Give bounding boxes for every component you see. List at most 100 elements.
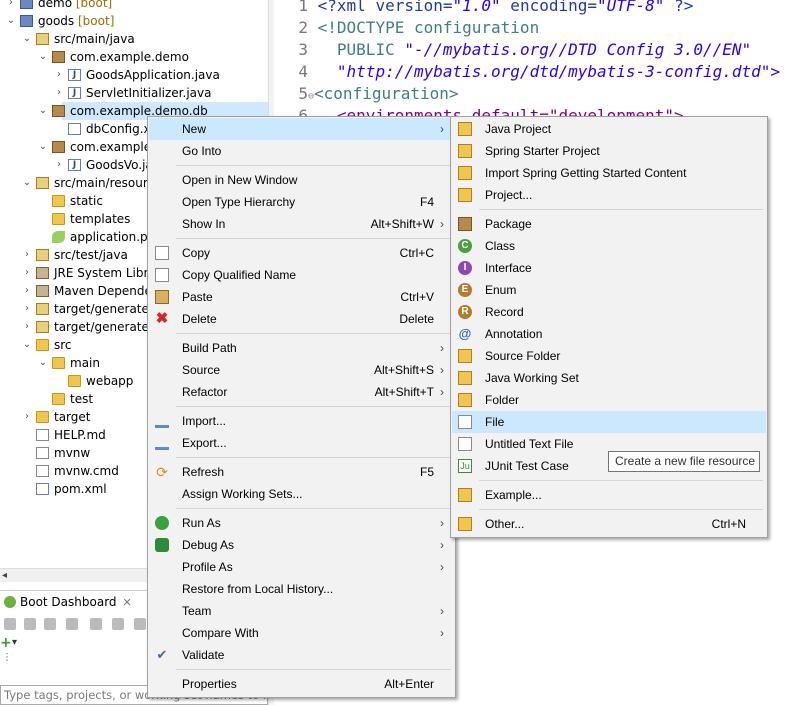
menu-item-label: Open in New Window bbox=[182, 173, 298, 187]
menu-item[interactable]: Project... bbox=[452, 184, 766, 206]
menu-item[interactable]: File bbox=[452, 411, 766, 433]
menu-item[interactable]: Export... bbox=[149, 432, 454, 454]
link-icon[interactable] bbox=[112, 618, 124, 630]
chevron-right-icon[interactable]: › bbox=[54, 156, 64, 174]
menu-item[interactable]: Open Type Hierarchy F4 bbox=[149, 191, 454, 213]
menu-item[interactable]: Spring Starter Project bbox=[452, 140, 766, 162]
tree-item-name: src/main/java bbox=[54, 32, 135, 46]
other-icon bbox=[458, 517, 472, 531]
tree-item[interactable]: ⌄ com.example.demo bbox=[0, 48, 268, 66]
menu-item[interactable]: Build Path › bbox=[149, 337, 454, 359]
menu-item[interactable]: Copy Qualified Name bbox=[149, 264, 454, 286]
menu-item[interactable]: R Record bbox=[452, 301, 766, 323]
menu-item[interactable]: Go Into bbox=[149, 140, 454, 162]
code-token: <?xml version= bbox=[317, 0, 453, 15]
stop-icon[interactable] bbox=[44, 618, 56, 630]
menu-item[interactable]: Package bbox=[452, 213, 766, 235]
chevron-down-icon[interactable]: ⌄ bbox=[38, 48, 48, 66]
chevron-down-icon[interactable]: ⌄ bbox=[38, 354, 48, 372]
boot-dashboard-tab[interactable]: Boot Dashboard ✕ bbox=[0, 591, 136, 613]
menu-item[interactable]: Folder bbox=[452, 389, 766, 411]
menu-item[interactable]: Compare With › bbox=[149, 622, 454, 644]
console-icon[interactable] bbox=[90, 618, 102, 630]
menu-item[interactable]: Import... bbox=[149, 410, 454, 432]
menu-item[interactable]: Restore from Local History... bbox=[149, 578, 454, 600]
menu-item[interactable]: I Interface bbox=[452, 257, 766, 279]
menu-item[interactable]: @ Annotation bbox=[452, 323, 766, 345]
menu-item[interactable]: Java Project bbox=[452, 118, 766, 140]
menu-item[interactable]: ✔ Validate bbox=[149, 644, 454, 666]
menu-separator bbox=[479, 480, 763, 481]
menu-item[interactable]: E Enum bbox=[452, 279, 766, 301]
menu-item-label: Run As bbox=[182, 516, 221, 530]
more-icon[interactable]: ⋮ bbox=[2, 653, 12, 663]
library-icon bbox=[36, 285, 49, 297]
menu-item[interactable]: Profile As › bbox=[149, 556, 454, 578]
menu-item[interactable]: Debug As › bbox=[149, 534, 454, 556]
scroll-left-icon[interactable]: ◂ bbox=[2, 569, 7, 582]
menu-item[interactable]: Open in New Window bbox=[149, 169, 454, 191]
menu-item[interactable]: Paste Ctrl+V bbox=[149, 286, 454, 308]
code-token: "1.0" bbox=[452, 0, 501, 15]
chevron-right-icon: › bbox=[440, 626, 444, 640]
menu-item[interactable]: Show In Alt+Shift+W › bbox=[149, 213, 454, 235]
source-folder-icon bbox=[36, 177, 49, 189]
edit-icon[interactable] bbox=[134, 618, 146, 630]
menu-item[interactable]: Team › bbox=[149, 600, 454, 622]
open-browser-icon[interactable] bbox=[66, 618, 78, 630]
tree-item[interactable]: ⌄ src/main/java bbox=[0, 30, 268, 48]
menu-item[interactable]: ⟳ Refresh F5 bbox=[149, 461, 454, 483]
code-token: <!DOCTYPE configuration bbox=[317, 18, 540, 37]
chevron-right-icon[interactable]: › bbox=[22, 318, 32, 336]
menu-item-label: Package bbox=[485, 217, 532, 231]
tree-item[interactable]: › J ServletInitializer.java bbox=[0, 84, 268, 102]
chevron-down-icon[interactable]: ⌄ bbox=[22, 174, 32, 192]
chevron-down-icon[interactable]: ⌄ bbox=[38, 102, 48, 120]
tree-item-label: main bbox=[70, 354, 100, 372]
chevron-right-icon[interactable]: › bbox=[22, 282, 32, 300]
menu-item-label: Copy Qualified Name bbox=[182, 268, 297, 282]
source-folder-icon bbox=[36, 249, 49, 261]
menu-item[interactable]: Other... Ctrl+N bbox=[452, 513, 766, 535]
debug-icon[interactable] bbox=[24, 618, 36, 630]
menu-item[interactable]: Assign Working Sets... bbox=[149, 483, 454, 505]
delete-icon: ✖ bbox=[155, 310, 169, 327]
add-icon[interactable]: + bbox=[0, 635, 12, 651]
tree-item-label: com.example.demo bbox=[70, 48, 189, 66]
chevron-right-icon[interactable]: › bbox=[22, 300, 32, 318]
chevron-right-icon[interactable]: › bbox=[22, 408, 32, 426]
menu-item[interactable]: Java Working Set bbox=[452, 367, 766, 389]
start-icon[interactable] bbox=[4, 618, 16, 630]
chevron-right-icon[interactable]: › bbox=[6, 0, 16, 12]
menu-item[interactable]: Import Spring Getting Started Content bbox=[452, 162, 766, 184]
chevron-right-icon[interactable]: › bbox=[54, 66, 64, 84]
menu-item-label: Interface bbox=[485, 261, 532, 275]
menu-item[interactable]: C Class bbox=[452, 235, 766, 257]
package-icon bbox=[52, 51, 65, 63]
chevron-right-icon[interactable]: › bbox=[54, 84, 64, 102]
chevron-down-icon[interactable]: ⌄ bbox=[6, 12, 16, 30]
tree-item[interactable]: › demo [boot] bbox=[0, 0, 268, 12]
chevron-right-icon[interactable]: › bbox=[22, 264, 32, 282]
chevron-down-icon[interactable]: ⌄ bbox=[22, 336, 32, 354]
chevron-down-icon[interactable]: ⌄ bbox=[38, 138, 48, 156]
menu-item[interactable]: Copy Ctrl+C bbox=[149, 242, 454, 264]
close-icon[interactable]: ✕ bbox=[123, 596, 132, 609]
menu-item[interactable]: Source Folder bbox=[452, 345, 766, 367]
menu-item[interactable]: Source Alt+Shift+S › bbox=[149, 359, 454, 381]
menu-item[interactable]: Example... bbox=[452, 484, 766, 506]
tree-item[interactable]: › J GoodsApplication.java bbox=[0, 66, 268, 84]
java-project-icon bbox=[458, 122, 472, 136]
chevron-right-icon[interactable]: › bbox=[22, 246, 32, 264]
menu-item[interactable]: New › bbox=[149, 118, 454, 140]
menu-item[interactable]: Refactor Alt+Shift+T › bbox=[149, 381, 454, 403]
chevron-down-icon[interactable]: ▾ bbox=[12, 635, 17, 651]
tree-item[interactable]: ⌄ goods [boot] bbox=[0, 12, 268, 30]
menu-item-label: Example... bbox=[485, 488, 542, 502]
menu-item[interactable]: Run As › bbox=[149, 512, 454, 534]
chevron-down-icon[interactable]: ⌄ bbox=[22, 30, 32, 48]
menu-item[interactable]: ✖ Delete Delete bbox=[149, 308, 454, 330]
menu-separator bbox=[176, 238, 451, 239]
menu-item[interactable]: Properties Alt+Enter bbox=[149, 673, 454, 695]
menu-item-shortcut: Ctrl+C bbox=[399, 246, 434, 260]
